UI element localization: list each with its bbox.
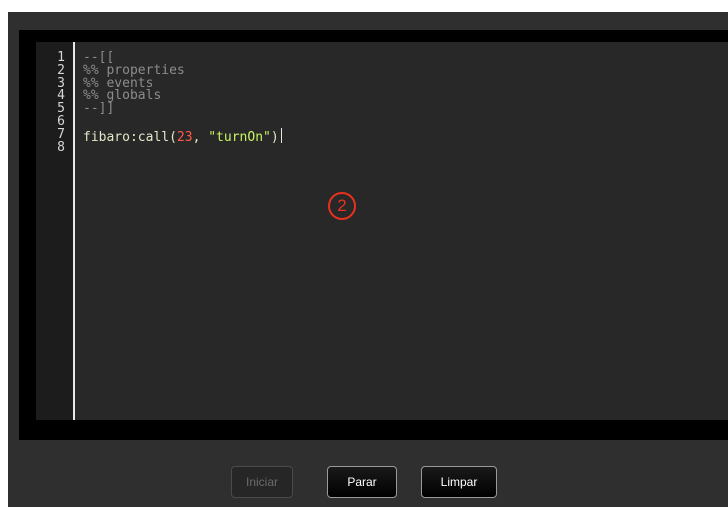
code-token: fibaro:call( [83,130,177,145]
line-number: 8 [57,140,65,155]
code-token: "turnOn" [208,130,271,145]
code-token: --]] [83,101,115,116]
code-line: fibaro:call(23, "turnOn") [83,128,282,144]
stop-button[interactable]: Parar [327,466,397,498]
annotation-marker: 2 [328,192,356,220]
text-cursor [280,128,282,143]
code-token: , [192,130,209,145]
line-number-gutter: 12345678 [36,42,75,420]
code-line: --]] [83,102,114,115]
code-editor[interactable]: 12345678 --[[%% properties%% events%% gl… [36,42,728,420]
start-button[interactable]: Iniciar [231,466,293,498]
clear-button[interactable]: Limpar [421,466,497,498]
code-token: ) [270,130,279,145]
action-bar: Iniciar Parar Limpar [0,466,728,500]
code-token: 23 [176,130,193,145]
